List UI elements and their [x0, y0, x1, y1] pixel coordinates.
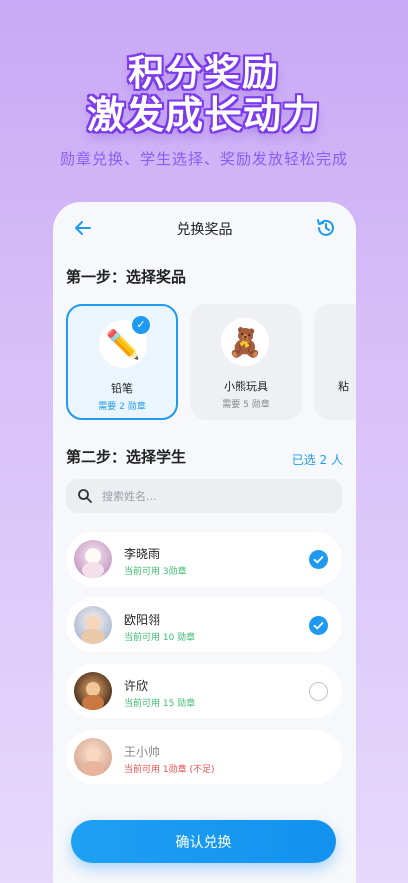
selected-count[interactable]: 已选 2 人 — [292, 451, 343, 468]
checkbox-checked[interactable] — [309, 616, 328, 635]
prize-cost: 需要 2 勋章 — [98, 402, 146, 412]
teddy-bear-icon: 🧸 — [221, 318, 269, 366]
student-points: 当前可用 1勋章 (不足) — [124, 765, 215, 775]
student-points: 当前可用 3勋章 — [124, 567, 187, 577]
prize-card-bear[interactable]: 🧸 小熊玩具 需要 5 勋章 — [190, 304, 302, 420]
step2-title: 第二步：选择学生 — [66, 448, 187, 466]
checkbox-unchecked[interactable] — [309, 682, 328, 701]
checkbox-checked[interactable] — [309, 550, 328, 569]
prize-card-partial[interactable]: 粘 — [314, 304, 356, 420]
prize-name: 铅笔 — [111, 382, 133, 395]
student-row[interactable]: 欧阳翎 当前可用 10 勋章 — [66, 598, 342, 652]
student-row-insufficient: 王小帅 当前可用 1勋章 (不足) — [66, 730, 342, 784]
page-title: 兑换奖品 — [176, 222, 233, 238]
student-points: 当前可用 15 勋章 — [124, 699, 196, 709]
prize-card-pencil[interactable]: ✏️ ✓ 铅笔 需要 2 勋章 — [66, 304, 178, 420]
student-name: 李晓雨 — [124, 547, 161, 561]
avatar — [74, 540, 112, 578]
search-icon — [78, 489, 92, 503]
student-row[interactable]: 李晓雨 当前可用 3勋章 — [66, 532, 342, 586]
avatar — [74, 738, 112, 776]
prize-cost: 需要 5 勋章 — [222, 400, 270, 410]
student-name: 欧阳翎 — [124, 613, 161, 627]
prize-name: 粘 — [338, 380, 349, 393]
student-name: 王小帅 — [124, 745, 161, 759]
prize-name: 小熊玩具 — [224, 380, 268, 393]
hero-title-line2: 激发成长动力 — [86, 93, 321, 137]
check-icon — [313, 622, 324, 630]
student-points: 当前可用 10 勋章 — [124, 633, 196, 643]
search-input[interactable] — [102, 479, 332, 513]
search-bar — [66, 479, 342, 513]
student-name: 许欣 — [124, 679, 149, 693]
hero-title-line1: 积分奖励 — [127, 53, 280, 94]
avatar — [74, 606, 112, 644]
avatar — [74, 672, 112, 710]
history-icon — [317, 219, 334, 236]
selected-check-icon: ✓ — [132, 316, 150, 334]
confirm-exchange-button[interactable]: 确认兑换 — [71, 820, 336, 863]
check-icon — [313, 556, 324, 564]
phone-screen: 兑换奖品 第一步：选择奖品 ✏️ ✓ 铅笔 需要 2 勋章 🧸 小熊玩具 需要 … — [53, 202, 356, 883]
history-button[interactable] — [314, 216, 338, 240]
top-bar: 兑换奖品 — [53, 202, 356, 254]
step1-title: 第一步：选择奖品 — [66, 268, 187, 286]
prize-list: ✏️ ✓ 铅笔 需要 2 勋章 🧸 小熊玩具 需要 5 勋章 粘 — [66, 304, 356, 420]
hero-subtitle: 勋章兑换、学生选择、奖励发放轻松完成 — [59, 150, 348, 168]
student-row[interactable]: 许欣 当前可用 15 勋章 — [66, 664, 342, 718]
